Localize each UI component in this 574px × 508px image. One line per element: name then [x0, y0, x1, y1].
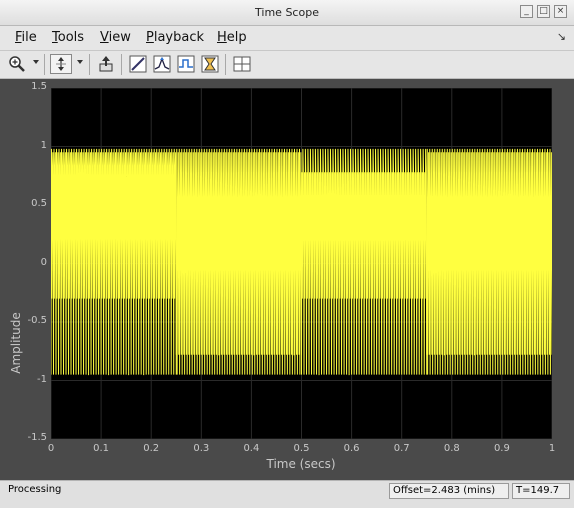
x-tick-label: 0.4: [243, 443, 260, 454]
scope-plot-area: 1.5 1 0.5 0 -0.5 -1 -1.5 0 0.1 0.2 0.3 0.4 0.5 0.6 0.…: [0, 79, 574, 480]
toolbar: [0, 50, 574, 79]
menu-file[interactable]: File: [15, 30, 37, 45]
menu-view[interactable]: View: [100, 30, 131, 45]
x-tick-label: 0: [47, 443, 55, 454]
signal-segment-3: [426, 148, 553, 375]
x-tick-label: 0.7: [393, 443, 410, 454]
x-tick-label: 0.3: [193, 443, 210, 454]
peak-finder-icon[interactable]: [151, 54, 173, 74]
time-readout: T=149.7: [512, 483, 570, 499]
offset-readout: Offset=2.483 (mins): [389, 483, 509, 499]
dock-arrow-icon[interactable]: ↘: [557, 30, 566, 43]
y-tick-label: 1.5: [31, 81, 47, 92]
x-tick-label: 0.2: [143, 443, 160, 454]
menu-playback[interactable]: Playback: [146, 30, 204, 45]
window-title: Time Scope: [255, 6, 319, 19]
axes-panel[interactable]: [50, 87, 553, 440]
restore-view-icon[interactable]: [95, 54, 117, 74]
y-tick-label: -1.5: [27, 432, 47, 443]
cursor-measurements-icon[interactable]: [127, 54, 149, 74]
menu-tools[interactable]: Tools: [52, 30, 84, 45]
y-tick-label: 0.5: [31, 198, 47, 209]
status-bar: Processing Offset=2.483 (mins) T=149.7: [0, 480, 574, 508]
x-axis-label: Time (secs): [266, 457, 336, 471]
zoom-dropdown-icon[interactable]: [33, 60, 39, 64]
y-tick-label: 1: [40, 139, 47, 151]
menu-help[interactable]: Help: [217, 30, 247, 45]
minimize-button[interactable]: _: [520, 5, 533, 18]
toolbar-separator: [89, 54, 90, 75]
menu-bar: File Tools View Playback Help ↘: [0, 26, 574, 50]
x-tick-label: 0.8: [443, 443, 460, 454]
y-tick-label: 0: [40, 256, 47, 268]
zoom-in-icon[interactable]: [6, 54, 28, 74]
x-tick-label: 0.6: [343, 443, 360, 454]
status-text: Processing: [8, 484, 62, 495]
scale-axes-icon[interactable]: [50, 54, 72, 74]
x-tick-label: 1: [548, 443, 556, 454]
title-bar: Time Scope _ □ ×: [0, 0, 574, 26]
x-tick-label: 0.1: [93, 443, 110, 454]
signal-segment-2: [301, 148, 428, 376]
toolbar-separator: [121, 54, 122, 75]
close-button[interactable]: ×: [554, 5, 567, 18]
y-axis-label: Amplitude: [9, 312, 23, 374]
signal-segment-1: [175, 148, 302, 375]
maximize-button[interactable]: □: [537, 5, 550, 18]
scale-dropdown-icon[interactable]: [77, 60, 83, 64]
grid-icon[interactable]: [231, 54, 253, 74]
signal-statistics-icon[interactable]: [175, 54, 197, 74]
toolbar-separator: [44, 54, 45, 75]
y-tick-label: -1: [37, 373, 47, 385]
x-tick-label: 0.5: [293, 443, 310, 454]
bilevel-measurements-icon[interactable]: [199, 54, 221, 74]
toolbar-separator: [225, 54, 226, 75]
signal-segment-0: [50, 148, 177, 376]
signal-plot: [50, 87, 553, 440]
x-tick-label: 0.9: [493, 443, 510, 454]
